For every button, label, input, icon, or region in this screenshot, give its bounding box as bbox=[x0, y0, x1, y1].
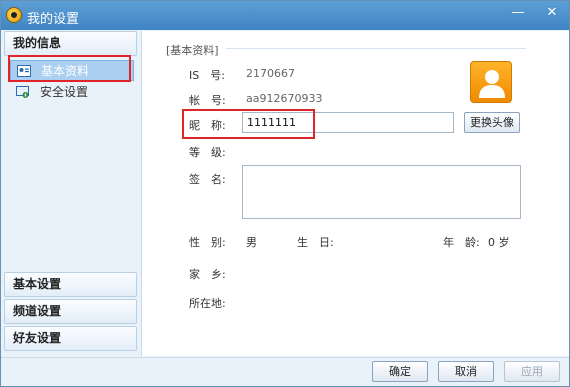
age-label: 年 龄: bbox=[443, 236, 480, 249]
age-value: 0 岁 bbox=[488, 236, 510, 249]
signature-label: 签 名: bbox=[189, 173, 226, 186]
app-logo-icon bbox=[6, 7, 22, 23]
is-number-value: 2170667 bbox=[246, 67, 295, 80]
user-silhouette-icon bbox=[479, 70, 505, 98]
settings-window: 我的设置 — ✕ 我的信息 基本资料 安全设置 基本设置 频道设置 好友设置 [… bbox=[0, 0, 570, 387]
sidebar-header-friend-settings[interactable]: 好友设置 bbox=[4, 326, 137, 351]
sidebar-header-channel-settings[interactable]: 频道设置 bbox=[4, 299, 137, 324]
ok-button[interactable]: 确定 bbox=[372, 361, 428, 382]
level-label: 等 级: bbox=[189, 146, 226, 159]
hometown-label: 家 乡: bbox=[189, 268, 226, 281]
sidebar-header-my-info[interactable]: 我的信息 bbox=[4, 31, 137, 56]
account-value: aa912670933 bbox=[246, 92, 323, 105]
gender-label: 性 别: bbox=[189, 236, 226, 249]
profile-panel: [基本资料] IS 号: 2170667 帐 号: aa912670933 昵 … bbox=[141, 31, 569, 356]
minimize-button[interactable]: — bbox=[507, 4, 529, 22]
section-title: [基本资料] bbox=[166, 44, 219, 57]
close-button[interactable]: ✕ bbox=[541, 4, 563, 22]
sidebar-header-basic-settings[interactable]: 基本设置 bbox=[4, 272, 137, 297]
birthday-label: 生 日: bbox=[297, 236, 334, 249]
security-icon bbox=[16, 85, 30, 99]
highlight-box bbox=[182, 109, 315, 139]
change-avatar-button[interactable]: 更换头像 bbox=[464, 112, 520, 133]
is-number-label: IS 号: bbox=[189, 69, 225, 82]
location-label: 所在地: bbox=[189, 297, 226, 310]
footer-bar: 确定 取消 应用 bbox=[1, 357, 569, 386]
signature-textarea[interactable] bbox=[242, 165, 521, 219]
highlight-box bbox=[8, 55, 131, 82]
avatar bbox=[470, 61, 512, 103]
window-title: 我的设置 bbox=[27, 12, 80, 27]
gender-value: 男 bbox=[246, 236, 257, 249]
sidebar-item-security[interactable]: 安全设置 bbox=[10, 82, 134, 103]
cancel-button[interactable]: 取消 bbox=[438, 361, 494, 382]
title-bar[interactable]: 我的设置 — ✕ bbox=[1, 1, 569, 30]
sidebar-item-label: 安全设置 bbox=[40, 85, 89, 99]
section-divider bbox=[226, 48, 526, 49]
account-label: 帐 号: bbox=[189, 94, 226, 107]
apply-button[interactable]: 应用 bbox=[504, 361, 560, 382]
